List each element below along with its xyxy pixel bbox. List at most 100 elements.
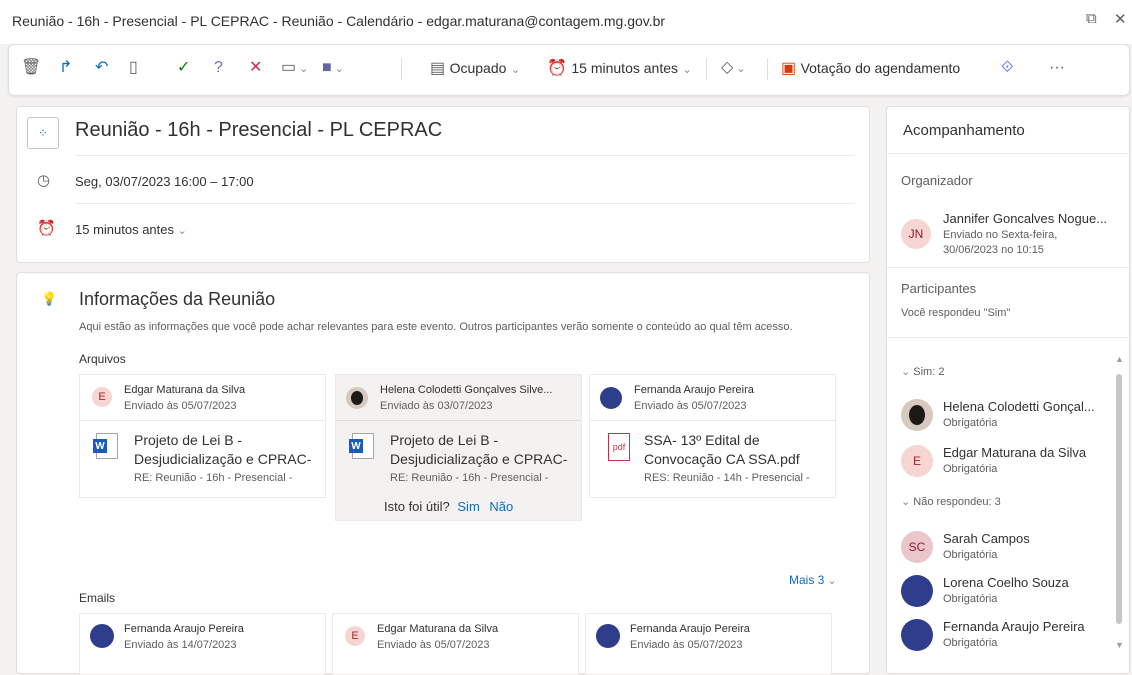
file-subject: RE: Reunião - 16h - Presencial - bbox=[134, 472, 293, 484]
organizer-name[interactable]: Jannifer Goncalves Nogue... bbox=[943, 211, 1107, 226]
chevron-down-icon: ⌄ bbox=[510, 64, 521, 76]
avatar bbox=[596, 624, 620, 648]
insights-card: 💡 Informações da Reunião Aqui estão as i… bbox=[16, 272, 870, 675]
avatar bbox=[346, 387, 368, 409]
file-sent: Enviado às 05/07/2023 bbox=[634, 400, 747, 412]
file-name-line1: Projeto de Lei B - bbox=[134, 432, 243, 448]
participant-name[interactable]: Edgar Maturana da Silva bbox=[943, 445, 1086, 460]
participant-role: Obrigatória bbox=[943, 417, 998, 429]
copy-icon[interactable]: ▯ bbox=[129, 58, 138, 78]
teams-icon[interactable]: ■ ⌄ bbox=[322, 58, 344, 79]
reminder-dropdown[interactable]: ⏰ 15 minutos antes ⌄ bbox=[547, 58, 692, 80]
feedback-yes-link[interactable]: Sim bbox=[457, 499, 479, 514]
file-card[interactable]: E Edgar Maturana da Silva Enviado às 05/… bbox=[79, 374, 326, 498]
feedback-prompt: Isto foi útil? Sim Não bbox=[384, 499, 514, 514]
reminder-icon: ⏰ bbox=[547, 60, 567, 77]
scroll-up-icon[interactable]: ▲ bbox=[1115, 354, 1124, 364]
event-datetime: Seg, 03/07/2023 16:00 – 17:00 bbox=[75, 174, 254, 189]
accept-icon[interactable]: ✓ bbox=[177, 58, 190, 78]
avatar: E bbox=[92, 387, 112, 407]
response-status: Você respondeu "Sim" bbox=[901, 307, 1011, 319]
more-files-link[interactable]: Mais 3 ⌄ bbox=[789, 573, 837, 587]
pdf-file-icon: pdf bbox=[608, 433, 630, 461]
file-sender: Edgar Maturana da Silva bbox=[124, 384, 246, 396]
tracking-title: Acompanhamento bbox=[903, 122, 1025, 139]
insights-description: Aqui estão as informações que você pode … bbox=[79, 321, 793, 333]
avatar: E bbox=[345, 626, 365, 646]
forward-icon[interactable]: ↱ bbox=[59, 58, 72, 78]
file-sender: Fernanda Araujo Pereira bbox=[634, 384, 754, 396]
reminder-selector[interactable]: 15 minutos antes ⌄ bbox=[75, 222, 187, 237]
email-card[interactable]: E Edgar Maturana da Silva Enviado às 05/… bbox=[332, 613, 579, 675]
chevron-down-icon: ⌄ bbox=[682, 64, 692, 76]
file-sent: Enviado às 05/07/2023 bbox=[124, 400, 237, 412]
more-icon[interactable]: ··· bbox=[1049, 58, 1065, 78]
participant-role: Obrigatória bbox=[943, 593, 998, 605]
scroll-down-icon[interactable]: ▼ bbox=[1115, 640, 1124, 650]
file-name-line2: Desjudicialização e CPRAC- bbox=[390, 451, 568, 467]
propose-time-icon[interactable]: ▭ ⌄ bbox=[281, 58, 308, 79]
participant-role: Obrigatória bbox=[943, 637, 998, 649]
participants-scrollbar[interactable] bbox=[1116, 374, 1122, 624]
file-sent: Enviado às 03/07/2023 bbox=[380, 400, 493, 412]
popout-icon[interactable]: ⧉ bbox=[1086, 10, 1097, 27]
show-as-dropdown[interactable]: ▤ Ocupado ⌄ bbox=[430, 58, 520, 80]
avatar bbox=[901, 619, 933, 651]
avatar bbox=[901, 575, 933, 607]
file-subject: RE: Reunião - 16h - Presencial - bbox=[390, 472, 549, 484]
tag-icon[interactable]: ◇ ⌄ bbox=[721, 58, 746, 79]
yes-group-toggle[interactable]: ⌄ Sim: 2 bbox=[901, 365, 944, 378]
avatar: SC bbox=[901, 531, 933, 563]
window-title: Reunião - 16h - Presencial - PL CEPRAC -… bbox=[12, 13, 666, 29]
email-card[interactable]: Fernanda Araujo Pereira Enviado às 05/07… bbox=[585, 613, 832, 675]
email-sent: Enviado às 05/07/2023 bbox=[630, 639, 743, 651]
file-name-line1: Projeto de Lei B - bbox=[390, 432, 499, 448]
email-sender: Edgar Maturana da Silva bbox=[377, 623, 499, 635]
organizer-heading: Organizador bbox=[901, 173, 973, 188]
avatar: JN bbox=[901, 219, 931, 249]
organizer-sent-line2: 30/06/2023 no 10:15 bbox=[943, 244, 1044, 256]
chevron-down-icon: ⌄ bbox=[901, 496, 911, 508]
poll-button[interactable]: ▣ Votação do agendamento bbox=[781, 58, 960, 79]
file-subject: RES: Reunião - 14h - Presencial - bbox=[644, 472, 810, 484]
participant-name[interactable]: Helena Colodetti Gonçal... bbox=[943, 399, 1095, 414]
close-icon[interactable]: ✕ bbox=[1114, 10, 1127, 28]
decline-icon[interactable]: ✕ bbox=[249, 58, 262, 78]
email-card[interactable]: Fernanda Araujo Pereira Enviado às 14/07… bbox=[79, 613, 326, 675]
avatar bbox=[600, 387, 622, 409]
participant-name[interactable]: Lorena Coelho Souza bbox=[943, 575, 1069, 590]
busy-icon: ▤ bbox=[430, 60, 446, 77]
word-file-icon: W bbox=[93, 433, 118, 459]
participant-name[interactable]: Sarah Campos bbox=[943, 531, 1030, 546]
avatar bbox=[901, 399, 933, 431]
ribbon-toolbar: 🗑 ↱ ↶ ▯ ✓ ? ✕ ▭ ⌄ ■ ⌄ ▤ Ocupado ⌄ ⏰ 15 m… bbox=[8, 44, 1130, 96]
reply-icon[interactable]: ↶ bbox=[95, 58, 108, 78]
organizer-sent-line1: Enviado no Sexta-feira, bbox=[943, 229, 1058, 241]
file-name-line1: SSA- 13º Edital de bbox=[644, 432, 760, 448]
participant-role: Obrigatória bbox=[943, 463, 998, 475]
feedback-no-link[interactable]: Não bbox=[489, 499, 513, 514]
avatar: E bbox=[901, 445, 933, 477]
word-file-icon: W bbox=[349, 433, 374, 459]
participant-name[interactable]: Fernanda Araujo Pereira bbox=[943, 619, 1085, 634]
avatar bbox=[90, 624, 114, 648]
files-heading: Arquivos bbox=[79, 352, 126, 366]
participants-heading: Participantes bbox=[901, 281, 977, 296]
email-sent: Enviado às 14/07/2023 bbox=[124, 639, 237, 651]
file-card[interactable]: Fernanda Araujo Pereira Enviado às 05/07… bbox=[589, 374, 836, 498]
poll-icon: ▣ bbox=[781, 60, 797, 77]
loop-icon[interactable]: ⟐ bbox=[1001, 58, 1014, 78]
delete-icon[interactable]: 🗑 bbox=[21, 58, 41, 78]
event-type-icon: ⁘ bbox=[27, 117, 59, 149]
email-sender: Fernanda Araujo Pereira bbox=[630, 623, 750, 635]
alarm-icon: ⏰ bbox=[37, 220, 56, 237]
event-header-card: ⁘ Reunião - 16h - Presencial - PL CEPRAC… bbox=[16, 106, 870, 263]
event-title: Reunião - 16h - Presencial - PL CEPRAC bbox=[75, 119, 443, 141]
email-sender: Fernanda Araujo Pereira bbox=[124, 623, 244, 635]
file-name-line2: Desjudicialização e CPRAC- bbox=[134, 451, 312, 467]
tentative-icon[interactable]: ? bbox=[214, 58, 223, 78]
no-response-group-toggle[interactable]: ⌄ Não respondeu: 3 bbox=[901, 495, 1001, 508]
insights-title: Informações da Reunião bbox=[79, 289, 276, 309]
clock-icon: ◷ bbox=[37, 172, 51, 189]
file-card[interactable]: Helena Colodetti Gonçalves Silve... Envi… bbox=[335, 374, 582, 521]
